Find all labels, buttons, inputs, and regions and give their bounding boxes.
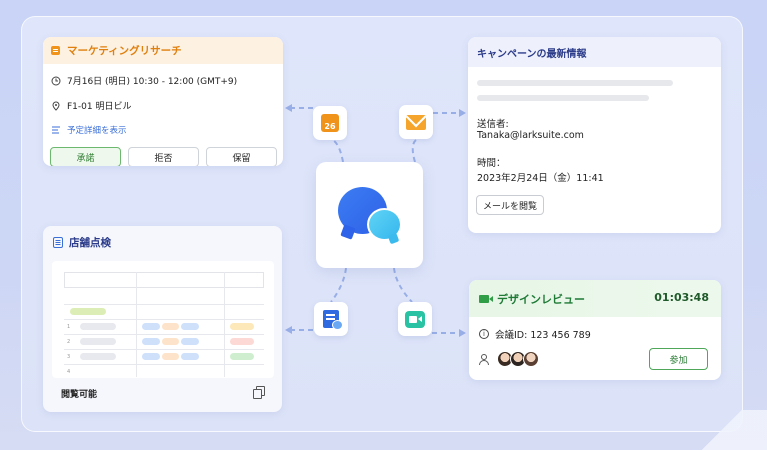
video-camera-icon [479,294,493,303]
hold-button[interactable]: 保留 [206,147,277,166]
event-datetime-row: 7月16日 (明日) 10:30 - 12:00 (GMT+9) [43,74,283,87]
sheet-column-divider [136,272,137,377]
review-title: デザインレビュー [497,292,585,306]
spreadsheet-preview[interactable]: 1 2 3 4 [52,261,274,378]
meeting-id-row: i 会議ID: 123 456 789 [479,327,591,341]
campaign-mail-card: キャンペーンの最新情報 送信者: Tanaka@larksuite.com 時間… [468,37,721,233]
sheet-grid-line [64,364,264,365]
store-card-header: 店舗点検 [43,226,282,259]
event-details-row[interactable]: 予定詳細を表示 [43,124,283,136]
cell-tag [142,338,160,345]
mail-app-icon[interactable] [399,105,433,139]
location-pin-icon [52,101,60,111]
row-number: 3 [67,354,71,360]
info-icon: i [479,329,489,339]
cell-placeholder [80,338,116,345]
view-details-link[interactable]: 予定詳細を表示 [67,124,127,136]
add-people-icon [479,354,491,365]
video-app-icon[interactable] [398,302,432,336]
calendar-icon: 26 [321,114,339,132]
cell-placeholder [80,323,116,330]
row-number: 1 [67,324,71,330]
sheet-grid-line [64,349,264,350]
cell-tag [162,338,179,345]
cell-tag [230,323,254,330]
clock-icon [51,76,61,85]
docs-icon [323,310,343,330]
view-permission-label: 閲覧可能 [61,390,98,400]
cell-tag [142,353,160,360]
row-number: 2 [67,339,71,345]
avatar [523,351,539,367]
decline-button[interactable]: 拒否 [128,147,199,166]
sender-label: 送信者: [477,119,509,130]
event-location-row: F1-01 明日ビル [43,99,283,112]
join-button[interactable]: 参加 [649,348,708,370]
store-title: 店舗点検 [69,237,111,249]
store-inspection-card: 店舗点検 1 2 3 4 閲覧可能 [43,226,282,412]
cell-tag [230,338,254,345]
preview-placeholder-line [477,95,649,101]
calendar-day: 26 [324,122,336,131]
sheet-grid-line [64,334,264,335]
sheet-header-row [64,272,264,288]
sent-time: 2023年2月24日（金）11:41 [477,173,604,184]
view-mail-button[interactable]: メールを閲覧 [476,195,544,215]
preview-placeholder-line [477,80,673,86]
cell-tag [181,353,199,360]
cell-tag [230,353,254,360]
video-meeting-icon [405,310,425,328]
sheet-grid-line [64,319,264,320]
cell-tag [70,308,106,315]
row-number: 4 [67,369,71,375]
review-card-header: デザインレビュー 01:03:48 [469,280,721,317]
accept-button[interactable]: 承諾 [50,147,121,166]
mail-icon [406,114,426,130]
cell-tag [181,338,199,345]
sheet-icon [53,237,63,248]
copy-icon[interactable] [253,386,265,399]
cell-tag [162,323,179,330]
sheet-column-divider [224,272,225,377]
docs-app-icon[interactable] [314,302,348,336]
campaign-title: キャンペーンの最新情報 [477,48,587,60]
participants [479,351,539,367]
design-review-meeting-card: デザインレビュー 01:03:48 i 会議ID: 123 456 789 参加 [469,280,721,380]
meeting-id: 会議ID: 123 456 789 [495,330,591,341]
sender-email: Tanaka@larksuite.com [477,130,584,141]
event-location: F1-01 明日ビル [67,102,132,112]
marketing-event-card: マーケティングリサーチ 7月16日 (明日) 10:30 - 12:00 (GM… [43,37,283,166]
cell-placeholder [80,353,116,360]
event-datetime: 7月16日 (明日) 10:30 - 12:00 (GMT+9) [67,77,238,87]
list-icon [52,126,60,134]
cell-tag [181,323,199,330]
marketing-card-header: マーケティングリサーチ [43,37,283,64]
sheet-grid-line [64,304,264,305]
meeting-timer: 01:03:48 [654,291,709,304]
chat-hub[interactable] [316,162,423,268]
marketing-title: マーケティングリサーチ [67,45,182,57]
calendar-icon [51,46,60,55]
cell-tag [142,323,160,330]
time-label: 時間： [477,158,506,169]
calendar-app-icon[interactable]: 26 [313,106,347,140]
chat-bubble-small [367,208,402,241]
campaign-card-header: キャンペーンの最新情報 [468,37,721,67]
cell-tag [162,353,179,360]
rsvp-buttons: 承諾 拒否 保留 [43,147,283,166]
